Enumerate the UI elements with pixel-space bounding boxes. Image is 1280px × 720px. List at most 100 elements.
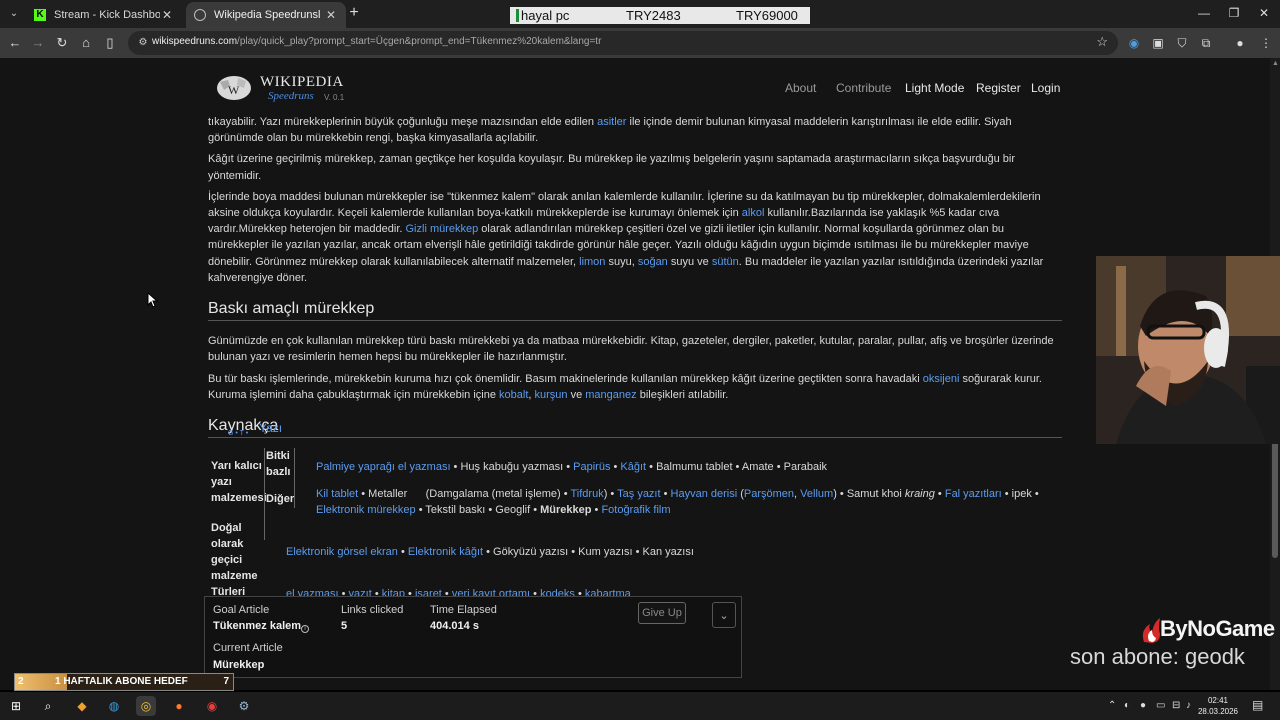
link-kursun[interactable]: kurşun xyxy=(535,389,568,401)
globe-icon xyxy=(194,9,206,21)
link-limon[interactable]: limon xyxy=(579,256,605,268)
scroll-up-icon[interactable]: ▲ xyxy=(1272,60,1279,67)
extensions-puzzle-icon[interactable]: ⧉ xyxy=(1198,35,1214,51)
profile-avatar-icon[interactable]: ● xyxy=(1232,35,1248,51)
navbox-text: • Gökyüzü yazısı • Kum yazısı • Kan yazı… xyxy=(483,546,694,558)
flame-logo-icon xyxy=(1142,618,1160,643)
url-domain: wikispeedruns.com xyxy=(152,36,238,47)
system-clock[interactable]: 02:41 28.03.2026 xyxy=(1196,695,1240,717)
navbox-link[interactable]: Elektronik mürekkep xyxy=(316,504,416,516)
bookmark-star-icon[interactable]: ☆ xyxy=(1096,34,1108,50)
site-info-icon[interactable]: ⚙ xyxy=(136,36,150,50)
navbox-link[interactable]: Fal yazıtları xyxy=(945,488,1002,500)
windows-start-icon[interactable]: ⊞ xyxy=(6,696,26,716)
section-heading-kaynakca: Kaynakça xyxy=(208,417,1062,439)
navbox-link[interactable]: Parşömen xyxy=(744,488,794,500)
microphone-icon[interactable]: ● xyxy=(1140,700,1146,711)
navbox-text: • ipek • xyxy=(1001,488,1039,500)
minimize-button[interactable]: — xyxy=(1196,6,1212,20)
subscriber-goal-bar: 2 1 HAFTALIK ABONE HEDEF 7 xyxy=(14,673,234,691)
goal-current: 2 xyxy=(18,676,24,687)
goal-article-label: Goal Article xyxy=(213,604,270,616)
notification-icon[interactable]: ▤ xyxy=(1252,698,1263,712)
chevron-down-icon[interactable]: ⌄ xyxy=(712,602,736,628)
navbox-group-label: Yarı kalıcı yazı malzemesi xyxy=(211,460,267,504)
current-article-value: Mürekkep xyxy=(213,659,265,671)
extension-icon[interactable]: ◉ xyxy=(1126,35,1142,51)
navbox-link[interactable]: Kil tablet xyxy=(316,488,358,500)
navbox-link[interactable]: Kâğıt xyxy=(620,461,646,473)
shield-icon[interactable]: ⛉ xyxy=(1174,35,1190,51)
navbox-link[interactable]: Elektronik görsel ekran xyxy=(286,546,398,558)
navbox-title[interactable]: Yazı xyxy=(259,421,282,435)
side-panel-icon[interactable]: ▯ xyxy=(102,35,118,51)
close-window-button[interactable]: ✕ xyxy=(1256,6,1272,20)
nav-about[interactable]: About xyxy=(785,81,816,95)
navbox-link[interactable]: Taş yazıt xyxy=(617,488,660,500)
navbox-link[interactable]: Papirüs xyxy=(573,461,610,473)
close-tab-icon[interactable]: ✕ xyxy=(160,8,174,22)
edge-browser-icon[interactable]: ◍ xyxy=(104,696,124,716)
search-icon[interactable]: ⌕ xyxy=(38,696,58,716)
tab-strip: ⌄ K Stream - Kick Dashboard ✕ Wikipedia … xyxy=(0,0,1280,28)
close-tab-icon[interactable]: ✕ xyxy=(324,8,338,22)
paragraph: İçlerinde boya maddesi bulunan mürekkepl… xyxy=(208,189,1062,286)
link-manganez[interactable]: manganez xyxy=(585,389,636,401)
navbox-text: • Tekstil baskı • Geoglif • xyxy=(415,504,541,516)
link-sogan[interactable]: soğan xyxy=(638,256,668,268)
goal-article-value[interactable]: Tükenmez kalem xyxy=(213,620,301,632)
tray-app-icon[interactable]: ▭ xyxy=(1156,700,1165,711)
tab-search-chevron-icon[interactable]: ⌄ xyxy=(4,4,24,24)
link-alkol[interactable]: alkol xyxy=(742,207,765,219)
extension-icon[interactable]: ▣ xyxy=(1150,35,1166,51)
tab-wikipedia-speedruns[interactable]: Wikipedia Speedrunsl ✕ xyxy=(186,2,346,28)
tray-app-icon[interactable]: ◐ xyxy=(1124,700,1130,711)
divider xyxy=(294,448,295,508)
give-up-button[interactable]: Give Up xyxy=(638,602,686,624)
navbox-link[interactable]: Vellum xyxy=(800,488,833,500)
restore-button[interactable]: ❐ xyxy=(1226,6,1242,20)
chrome-browser-icon[interactable]: ◎ xyxy=(136,696,156,716)
link-sutun[interactable]: sütün xyxy=(712,256,739,268)
firefox-icon[interactable]: ● xyxy=(169,696,189,716)
steam-icon[interactable]: ⚙ xyxy=(234,696,254,716)
link-gizli-murekkep[interactable]: Gizli mürekkep xyxy=(406,223,479,235)
nav-contribute[interactable]: Contribute xyxy=(836,81,891,95)
site-logo[interactable]: W WIKIPEDIA Speedruns V. 0.1 xyxy=(212,72,352,104)
webcam-feed xyxy=(1096,256,1280,444)
brand-logo: ByNoGame xyxy=(1138,614,1280,644)
navbox-text: kraing xyxy=(904,488,935,500)
nav-register[interactable]: Register xyxy=(976,81,1021,95)
navbox-link[interactable]: Tifdruk xyxy=(570,488,603,500)
menu-kebab-icon[interactable]: ⋮ xyxy=(1258,35,1274,51)
navbox-link[interactable]: Fotoğrafik film xyxy=(601,504,670,516)
link-asitler[interactable]: asitler xyxy=(597,116,626,128)
forward-arrow-icon[interactable]: → xyxy=(30,35,46,51)
navbox-subgroup-label: Diğer xyxy=(266,493,295,505)
url-text[interactable]: wikispeedruns.com/play/quick_play?prompt… xyxy=(152,36,601,47)
tray-chevron-icon[interactable]: ⌃ xyxy=(1108,700,1116,711)
links-clicked-label: Links clicked xyxy=(341,604,404,616)
volume-icon[interactable]: ♪ xyxy=(1186,700,1191,711)
back-arrow-icon[interactable]: ← xyxy=(7,35,23,51)
link-kobalt[interactable]: kobalt xyxy=(499,389,528,401)
nav-login[interactable]: Login xyxy=(1031,81,1060,95)
navbox-link[interactable]: Elektronik kâğıt xyxy=(408,546,483,558)
app-icon[interactable]: ◆ xyxy=(72,696,92,716)
navbox-vte-links[interactable]: G • T • xyxy=(228,430,248,437)
address-bar[interactable]: ⚙ wikispeedruns.com/play/quick_play?prom… xyxy=(128,31,1118,55)
scrollbar-thumb[interactable] xyxy=(1272,438,1278,558)
nav-light-mode[interactable]: Light Mode xyxy=(905,81,964,95)
tab-kick-dashboard[interactable]: K Stream - Kick Dashboard ✕ xyxy=(26,2,182,28)
navbox-link[interactable]: Hayvan derisi xyxy=(671,488,738,500)
obs-icon[interactable]: ◉ xyxy=(202,696,222,716)
network-icon[interactable]: ⊟ xyxy=(1172,700,1180,711)
info-icon[interactable]: i xyxy=(301,625,309,633)
navbox-link[interactable]: Palmiye yaprağı el yazması xyxy=(316,461,451,473)
link-oksijeni[interactable]: oksijeni xyxy=(923,373,960,385)
reload-icon[interactable]: ↻ xyxy=(54,35,70,51)
new-tab-button[interactable]: + xyxy=(346,5,362,21)
text: tıkayabilir. Yazı mürekkeplerinin büyük … xyxy=(208,116,598,128)
stream-donation-bar: hayal pc TRY2483 TRY69000 xyxy=(510,7,810,24)
home-icon[interactable]: ⌂ xyxy=(78,35,94,51)
